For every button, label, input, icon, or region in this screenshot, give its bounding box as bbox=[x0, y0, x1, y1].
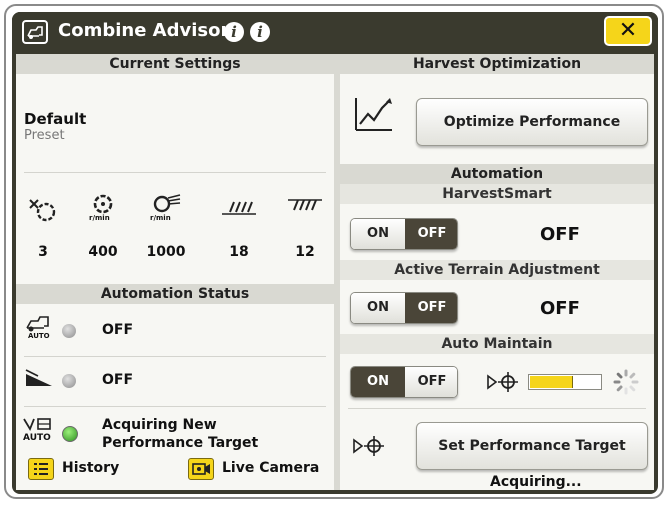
status-led-auto-maintain bbox=[62, 426, 78, 442]
auto-maintain-progress-fill bbox=[530, 376, 573, 388]
terrain-adjustment-header: Active Terrain Adjustment bbox=[340, 260, 654, 280]
set-performance-target-button[interactable]: Set Performance Target bbox=[416, 422, 648, 470]
live-camera-icon bbox=[188, 458, 214, 480]
harvest-optimization-header: Harvest Optimization bbox=[340, 54, 654, 74]
harvestsmart-status-text: OFF bbox=[102, 322, 134, 338]
right-panel: Harvest Optimization Optimize Performanc… bbox=[340, 54, 654, 490]
set-target-crosshair-icon bbox=[352, 434, 388, 458]
harvestsmart-status-value: OFF bbox=[540, 224, 580, 245]
auto-maintain-divider bbox=[348, 408, 646, 409]
concave-clearance-icon bbox=[26, 194, 60, 226]
status-led-harvestsmart bbox=[62, 324, 76, 338]
loading-spinner-icon bbox=[612, 368, 640, 396]
status-led-terrain bbox=[62, 374, 76, 388]
sieve-icon bbox=[288, 196, 322, 228]
auto-maintain-off-option[interactable]: OFF bbox=[405, 367, 457, 397]
rotor-speed-value: 400 bbox=[88, 244, 118, 260]
harvestsmart-auto-icon: AUTO bbox=[24, 314, 54, 342]
harvestsmart-header: HarvestSmart bbox=[340, 184, 654, 204]
harvestsmart-off-option[interactable]: OFF bbox=[405, 219, 457, 249]
status-divider-1 bbox=[24, 356, 326, 357]
target-crosshair-icon bbox=[486, 370, 522, 394]
terrain-off-option[interactable]: OFF bbox=[405, 293, 457, 323]
left-panel: Current Settings Default Preset r/min r/… bbox=[16, 54, 334, 490]
harvestsmart-on-option[interactable]: ON bbox=[351, 219, 405, 249]
terrain-adjustment-toggle[interactable]: ON OFF bbox=[350, 292, 458, 324]
combine-advisor-window: Combine Advisor i i ✕ Current Settings D… bbox=[12, 12, 658, 494]
auto-maintain-on-option[interactable]: ON bbox=[351, 367, 405, 397]
rotor-speed-unit: r/min bbox=[89, 214, 110, 222]
info-icon-secondary[interactable]: i bbox=[250, 22, 270, 42]
rotor-speed-icon: r/min bbox=[86, 192, 120, 224]
automation-header: Automation bbox=[340, 164, 654, 184]
terrain-on-option[interactable]: ON bbox=[351, 293, 405, 323]
preset-label: Preset bbox=[24, 128, 65, 143]
optimize-performance-button[interactable]: Optimize Performance bbox=[416, 98, 648, 146]
auto-maintain-progress-bar bbox=[528, 374, 602, 390]
fan-speed-icon: r/min bbox=[148, 192, 182, 224]
history-list-icon bbox=[28, 458, 54, 480]
chaffer-icon bbox=[222, 198, 256, 230]
acquiring-status-text: Acquiring... bbox=[490, 474, 582, 490]
fan-speed-unit: r/min bbox=[150, 214, 171, 222]
title-bar: Combine Advisor i i ✕ bbox=[12, 12, 658, 52]
terrain-slope-icon bbox=[24, 366, 54, 394]
window-title: Combine Advisor bbox=[58, 20, 230, 41]
live-camera-label: Live Camera bbox=[222, 460, 320, 476]
terrain-status-value: OFF bbox=[540, 298, 580, 319]
auto-maintain-status-text: Acquiring New Performance Target bbox=[102, 417, 259, 451]
sieve-value: 12 bbox=[295, 244, 315, 260]
window-body: Current Settings Default Preset r/min r/… bbox=[16, 54, 654, 490]
concave-clearance-value: 3 bbox=[38, 244, 48, 260]
current-settings-header: Current Settings bbox=[16, 54, 334, 74]
auto-maintain-toggle[interactable]: ON OFF bbox=[350, 366, 458, 398]
harvestsmart-toggle[interactable]: ON OFF bbox=[350, 218, 458, 250]
chaffer-value: 18 bbox=[229, 244, 249, 260]
harvestsmart-auto-label: AUTO bbox=[28, 332, 50, 340]
history-label: History bbox=[62, 460, 120, 476]
performance-chart-icon bbox=[352, 94, 396, 134]
status-divider-2 bbox=[24, 406, 326, 407]
preset-name: Default bbox=[24, 110, 87, 128]
combine-advisor-app-icon bbox=[22, 20, 48, 44]
auto-maintain-auto-label: AUTO bbox=[23, 433, 51, 443]
close-button[interactable]: ✕ bbox=[604, 16, 652, 46]
settings-divider bbox=[24, 172, 326, 173]
terrain-status-text: OFF bbox=[102, 372, 134, 388]
fan-speed-value: 1000 bbox=[146, 244, 186, 260]
auto-maintain-header: Auto Maintain bbox=[340, 334, 654, 354]
info-icon[interactable]: i bbox=[224, 22, 244, 42]
auto-maintain-icon: AUTO bbox=[22, 416, 54, 446]
automation-status-header: Automation Status bbox=[16, 284, 334, 304]
